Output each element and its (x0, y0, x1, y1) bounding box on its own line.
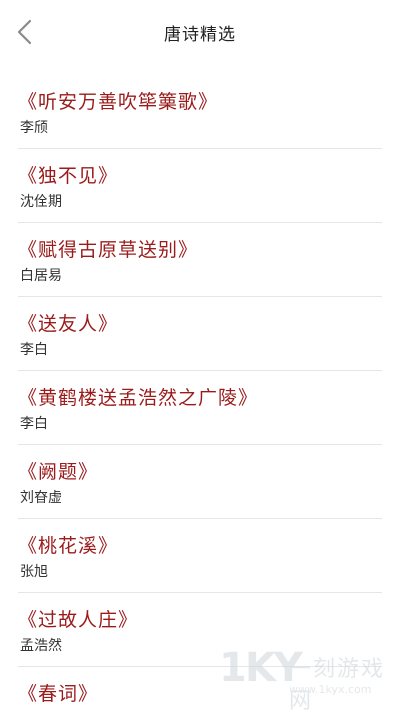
poem-author: 白居易 (20, 268, 62, 284)
poem-author: 李颀 (20, 120, 48, 136)
poem-title: 《阙题》 (18, 461, 99, 483)
list-item[interactable]: 《阙题》 刘昚虚 (0, 445, 400, 519)
list-item[interactable]: 《桃花溪》 张旭 (0, 519, 400, 593)
poem-author: 李白 (20, 416, 48, 432)
poem-title: 《桃花溪》 (18, 535, 119, 557)
list-item[interactable]: 《春词》 (0, 667, 400, 711)
poem-title: 《听安万善吹筚篥歌》 (18, 91, 219, 113)
poem-author: 张旭 (20, 564, 48, 580)
poem-title: 《赋得古原草送别》 (18, 239, 199, 261)
list-item[interactable]: 《赋得古原草送别》 白居易 (0, 223, 400, 297)
poem-title: 《独不见》 (18, 165, 119, 187)
navigation-bar: 唐诗精选 (0, 0, 400, 64)
page-title: 唐诗精选 (164, 25, 236, 45)
list-item[interactable]: 《听安万善吹筚篥歌》 李颀 (0, 75, 400, 149)
screen: 唐诗精选 《听安万善吹筚篥歌》 李颀 《独不见》 沈佺期 《赋得古原草送别》 白… (0, 0, 400, 711)
list-item[interactable]: 《黄鹤楼送孟浩然之广陵》 李白 (0, 371, 400, 445)
poem-list: 《听安万善吹筚篥歌》 李颀 《独不见》 沈佺期 《赋得古原草送别》 白居易 《送… (0, 75, 400, 711)
poem-author: 李白 (20, 342, 48, 358)
poem-author: 孟浩然 (20, 638, 62, 654)
list-item[interactable]: 《过故人庄》 孟浩然 (0, 593, 400, 667)
poem-title: 《送友人》 (18, 313, 119, 335)
list-item[interactable]: 《独不见》 沈佺期 (0, 149, 400, 223)
poem-author: 刘昚虚 (20, 490, 62, 506)
poem-title: 《春词》 (18, 683, 99, 705)
list-item[interactable]: 《送友人》 李白 (0, 297, 400, 371)
poem-author: 沈佺期 (20, 194, 62, 210)
poem-title: 《过故人庄》 (18, 609, 139, 631)
poem-title: 《黄鹤楼送孟浩然之广陵》 (18, 387, 259, 409)
